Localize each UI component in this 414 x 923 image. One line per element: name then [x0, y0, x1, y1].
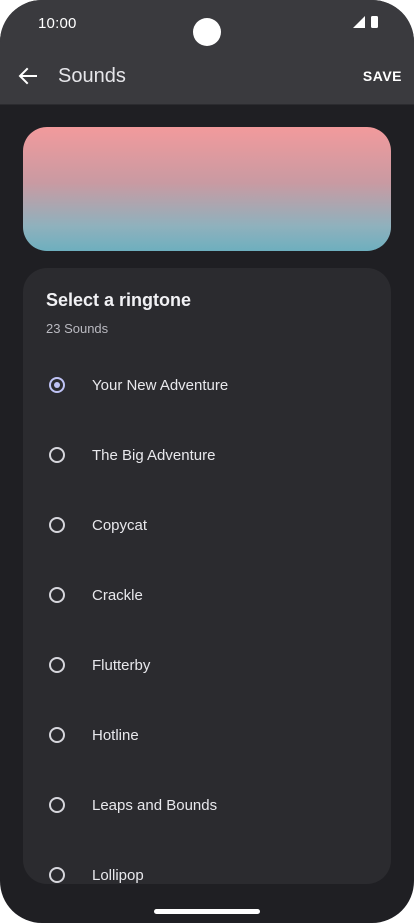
ringtone-option[interactable]: Hotline	[23, 700, 391, 770]
camera-cutout	[193, 18, 221, 46]
ringtone-option[interactable]: Your New Adventure	[23, 350, 391, 420]
ringtone-label: Hotline	[92, 726, 139, 744]
ringtone-label: Crackle	[92, 586, 143, 604]
ringtone-label: Copycat	[92, 516, 148, 534]
ringtone-count: 23 Sounds	[46, 321, 109, 336]
status-icons	[353, 16, 378, 28]
radio-button[interactable]	[49, 867, 65, 883]
ringtone-label: Lollipop	[92, 866, 144, 884]
radio-button-checked[interactable]	[49, 377, 65, 393]
ringtone-option[interactable]: The Big Adventure	[23, 420, 391, 490]
ringtone-label: The Big Adventure	[92, 446, 216, 464]
radio-button[interactable]	[49, 657, 65, 673]
ringtone-label: Leaps and Bounds	[92, 796, 218, 814]
radio-button[interactable]	[49, 587, 65, 603]
ringtone-option[interactable]: Copycat	[23, 490, 391, 560]
ringtone-list-title: Select a ringtone	[46, 290, 192, 310]
status-time: 10:00	[38, 15, 77, 32]
radio-button[interactable]	[49, 447, 65, 463]
ringtone-preview-card	[23, 127, 391, 251]
ringtone-option[interactable]: Lollipop	[23, 840, 391, 884]
ringtone-list: Your New Adventure The Big Adventure Cop…	[23, 350, 391, 884]
page-title: Sounds	[58, 65, 126, 87]
arrow-left-icon	[18, 67, 37, 85]
phone-screen: 10:00 Sounds SAVE Select a ringtone 23 S…	[0, 0, 414, 923]
ringtone-option[interactable]: Flutterby	[23, 630, 391, 700]
ringtone-label: Flutterby	[92, 656, 151, 674]
save-button[interactable]: SAVE	[363, 68, 402, 84]
ringtone-option[interactable]: Leaps and Bounds	[23, 770, 391, 840]
ringtone-list-card: Select a ringtone 23 Sounds Your New Adv…	[23, 268, 391, 884]
radio-button[interactable]	[49, 727, 65, 743]
status-bar: 10:00	[0, 0, 414, 50]
home-indicator[interactable]	[154, 909, 260, 914]
radio-button[interactable]	[49, 517, 65, 533]
ringtone-option[interactable]: Crackle	[23, 560, 391, 630]
radio-button[interactable]	[49, 797, 65, 813]
ringtone-label: Your New Adventure	[92, 376, 229, 394]
back-button[interactable]	[12, 58, 44, 94]
signal-icon	[353, 16, 365, 28]
battery-icon	[371, 16, 378, 28]
app-bar: Sounds SAVE	[0, 50, 414, 105]
